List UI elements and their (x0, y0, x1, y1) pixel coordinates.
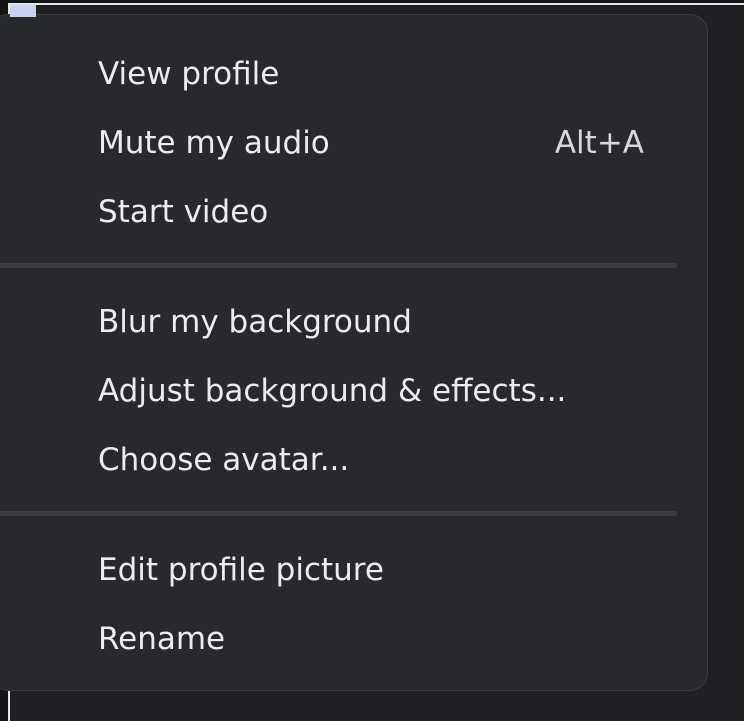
menu-item-start-video[interactable]: Start video (0, 182, 709, 242)
menu-item-label: Mute my audio (98, 125, 330, 161)
menu-separator (0, 263, 677, 268)
menu-item-label: Adjust background & effects... (98, 373, 567, 409)
keyboard-shortcut: Alt+A (554, 125, 644, 161)
menu-item-label: View profile (98, 56, 280, 92)
menu-item-view-profile[interactable]: View profile (0, 44, 709, 104)
menu-item-label: Blur my background (98, 304, 412, 340)
menu-item-edit-profile-picture[interactable]: Edit profile picture (0, 540, 709, 600)
menu-item-blur-my-background[interactable]: Blur my background (0, 292, 709, 352)
context-menu: View profile Mute my audio Alt+A Start v… (0, 14, 708, 691)
menu-separator (0, 511, 677, 516)
menu-item-label: Start video (98, 194, 269, 230)
menu-item-mute-my-audio[interactable]: Mute my audio Alt+A (0, 113, 709, 173)
selection-corner (10, 5, 36, 17)
menu-item-label: Rename (98, 621, 226, 657)
menu-item-label: Choose avatar... (98, 442, 350, 478)
menu-item-choose-avatar[interactable]: Choose avatar... (0, 430, 709, 490)
menu-item-label: Edit profile picture (98, 552, 384, 588)
menu-item-rename[interactable]: Rename (0, 609, 709, 669)
menu-item-adjust-background-effects[interactable]: Adjust background & effects... (0, 361, 709, 421)
